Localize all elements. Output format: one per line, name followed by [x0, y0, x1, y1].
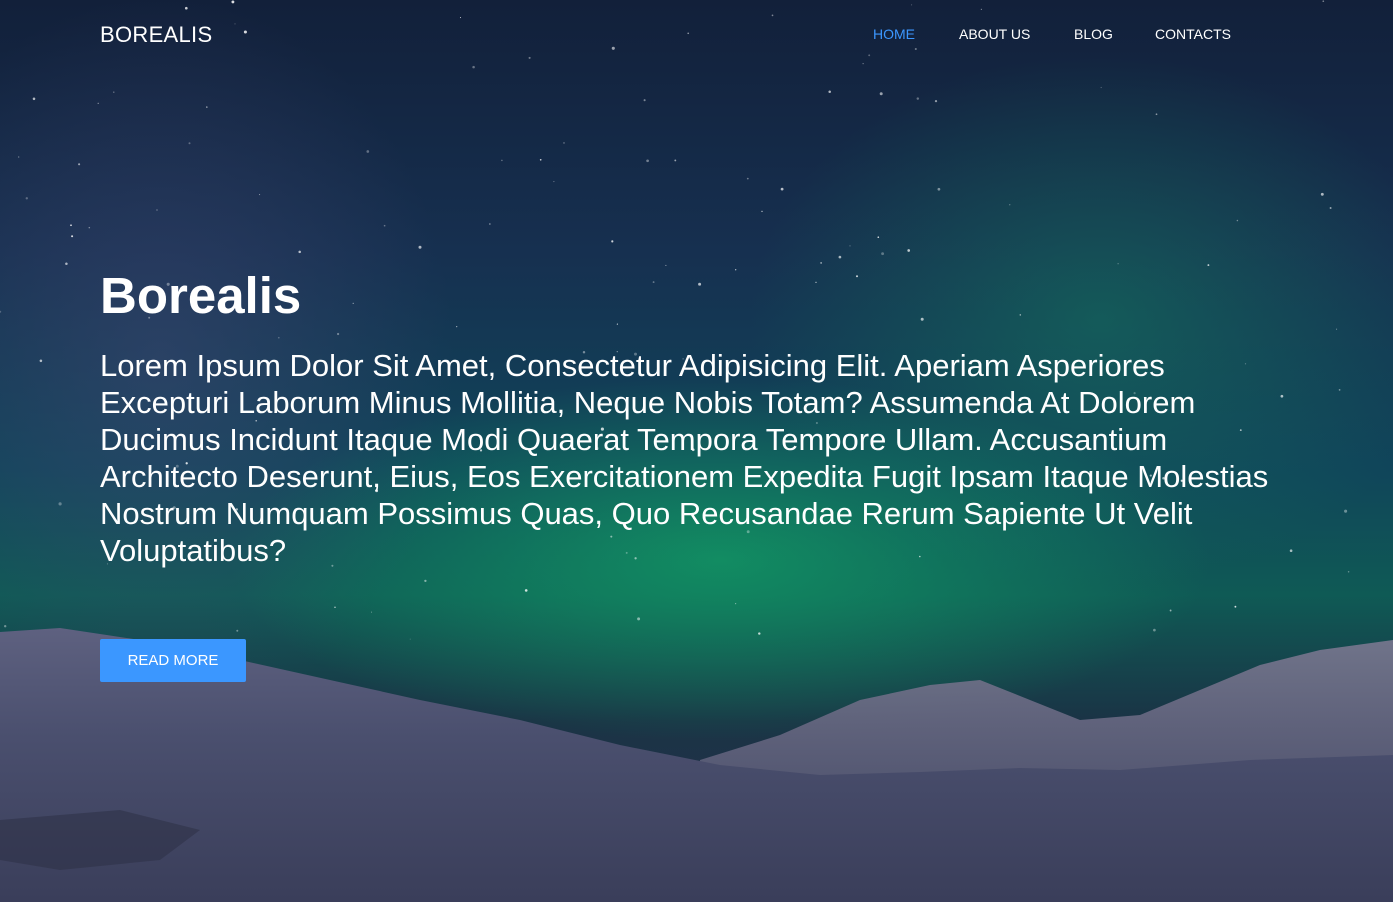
- star: [1236, 219, 1239, 222]
- star: [1234, 605, 1237, 608]
- star: [25, 197, 28, 200]
- star: [88, 226, 91, 229]
- star: [1153, 628, 1156, 632]
- star: [828, 90, 831, 94]
- star: [259, 194, 261, 196]
- star: [652, 281, 655, 284]
- star: [4, 625, 7, 628]
- star: [18, 156, 20, 158]
- star: [1329, 207, 1332, 209]
- star: [877, 236, 880, 239]
- star: [39, 359, 43, 363]
- star: [916, 97, 920, 100]
- star: [907, 249, 911, 252]
- star: [383, 224, 386, 227]
- star: [815, 281, 817, 283]
- star: [501, 159, 503, 162]
- top-navbar: BOREALIS HOME ABOUT US BLOG CONTACTS: [0, 0, 1393, 70]
- star: [698, 282, 702, 286]
- read-more-button[interactable]: READ MORE: [100, 639, 246, 682]
- star: [1169, 609, 1172, 612]
- star: [1338, 389, 1341, 391]
- star: [674, 159, 677, 162]
- star: [735, 603, 737, 605]
- star: [370, 611, 373, 613]
- star: [156, 209, 158, 211]
- star: [236, 629, 239, 632]
- star: [336, 332, 340, 336]
- star: [1207, 264, 1210, 267]
- star: [563, 141, 565, 144]
- star: [334, 606, 336, 608]
- star: [539, 158, 542, 161]
- nav-item-blog[interactable]: BLOG: [1074, 26, 1113, 42]
- star: [881, 252, 885, 256]
- star: [0, 310, 2, 313]
- star: [780, 187, 784, 191]
- star: [32, 97, 36, 101]
- star: [937, 187, 941, 191]
- star: [855, 275, 859, 278]
- star: [934, 99, 938, 103]
- star: [489, 223, 491, 225]
- star: [643, 99, 646, 102]
- star: [97, 102, 99, 104]
- star: [1289, 549, 1293, 553]
- star: [70, 224, 72, 227]
- star: [637, 617, 641, 621]
- nav-item-contacts[interactable]: CONTACTS: [1155, 26, 1231, 42]
- star: [665, 264, 667, 266]
- hero-section: BOREALIS HOME ABOUT US BLOG CONTACTS Bor…: [0, 0, 1393, 902]
- star: [646, 159, 649, 163]
- star: [58, 502, 62, 506]
- star: [1009, 204, 1011, 206]
- star: [71, 235, 74, 238]
- star: [352, 302, 354, 304]
- star: [761, 210, 763, 213]
- star: [65, 262, 68, 266]
- star: [298, 250, 301, 254]
- star: [920, 317, 924, 321]
- star: [1320, 192, 1324, 196]
- star: [524, 589, 528, 592]
- star: [849, 245, 851, 247]
- star: [1155, 113, 1158, 116]
- star: [1336, 328, 1338, 330]
- star: [78, 163, 81, 166]
- star: [366, 150, 370, 153]
- nav-item-about-us[interactable]: ABOUT US: [959, 26, 1030, 42]
- star: [616, 323, 618, 325]
- star: [879, 92, 883, 96]
- nav-item-home[interactable]: HOME: [873, 26, 915, 42]
- star: [409, 638, 411, 640]
- hero-description: Lorem Ipsum Dolor Sit Amet, Consectetur …: [100, 348, 1269, 568]
- star: [820, 262, 822, 264]
- star: [758, 632, 761, 635]
- star: [113, 91, 115, 93]
- brand-logo[interactable]: BOREALIS: [100, 22, 212, 48]
- star: [188, 142, 191, 145]
- star: [611, 240, 614, 243]
- star: [746, 177, 749, 180]
- star: [456, 326, 458, 328]
- hero-title: Borealis: [100, 267, 302, 324]
- star: [735, 269, 737, 271]
- star: [1019, 314, 1022, 316]
- star: [1117, 263, 1119, 265]
- star: [206, 106, 208, 108]
- star: [418, 245, 422, 249]
- star: [424, 579, 427, 583]
- star: [553, 181, 555, 183]
- star: [1347, 571, 1350, 573]
- star: [277, 336, 280, 339]
- star: [1100, 86, 1102, 89]
- star: [1344, 509, 1348, 513]
- star: [838, 255, 842, 259]
